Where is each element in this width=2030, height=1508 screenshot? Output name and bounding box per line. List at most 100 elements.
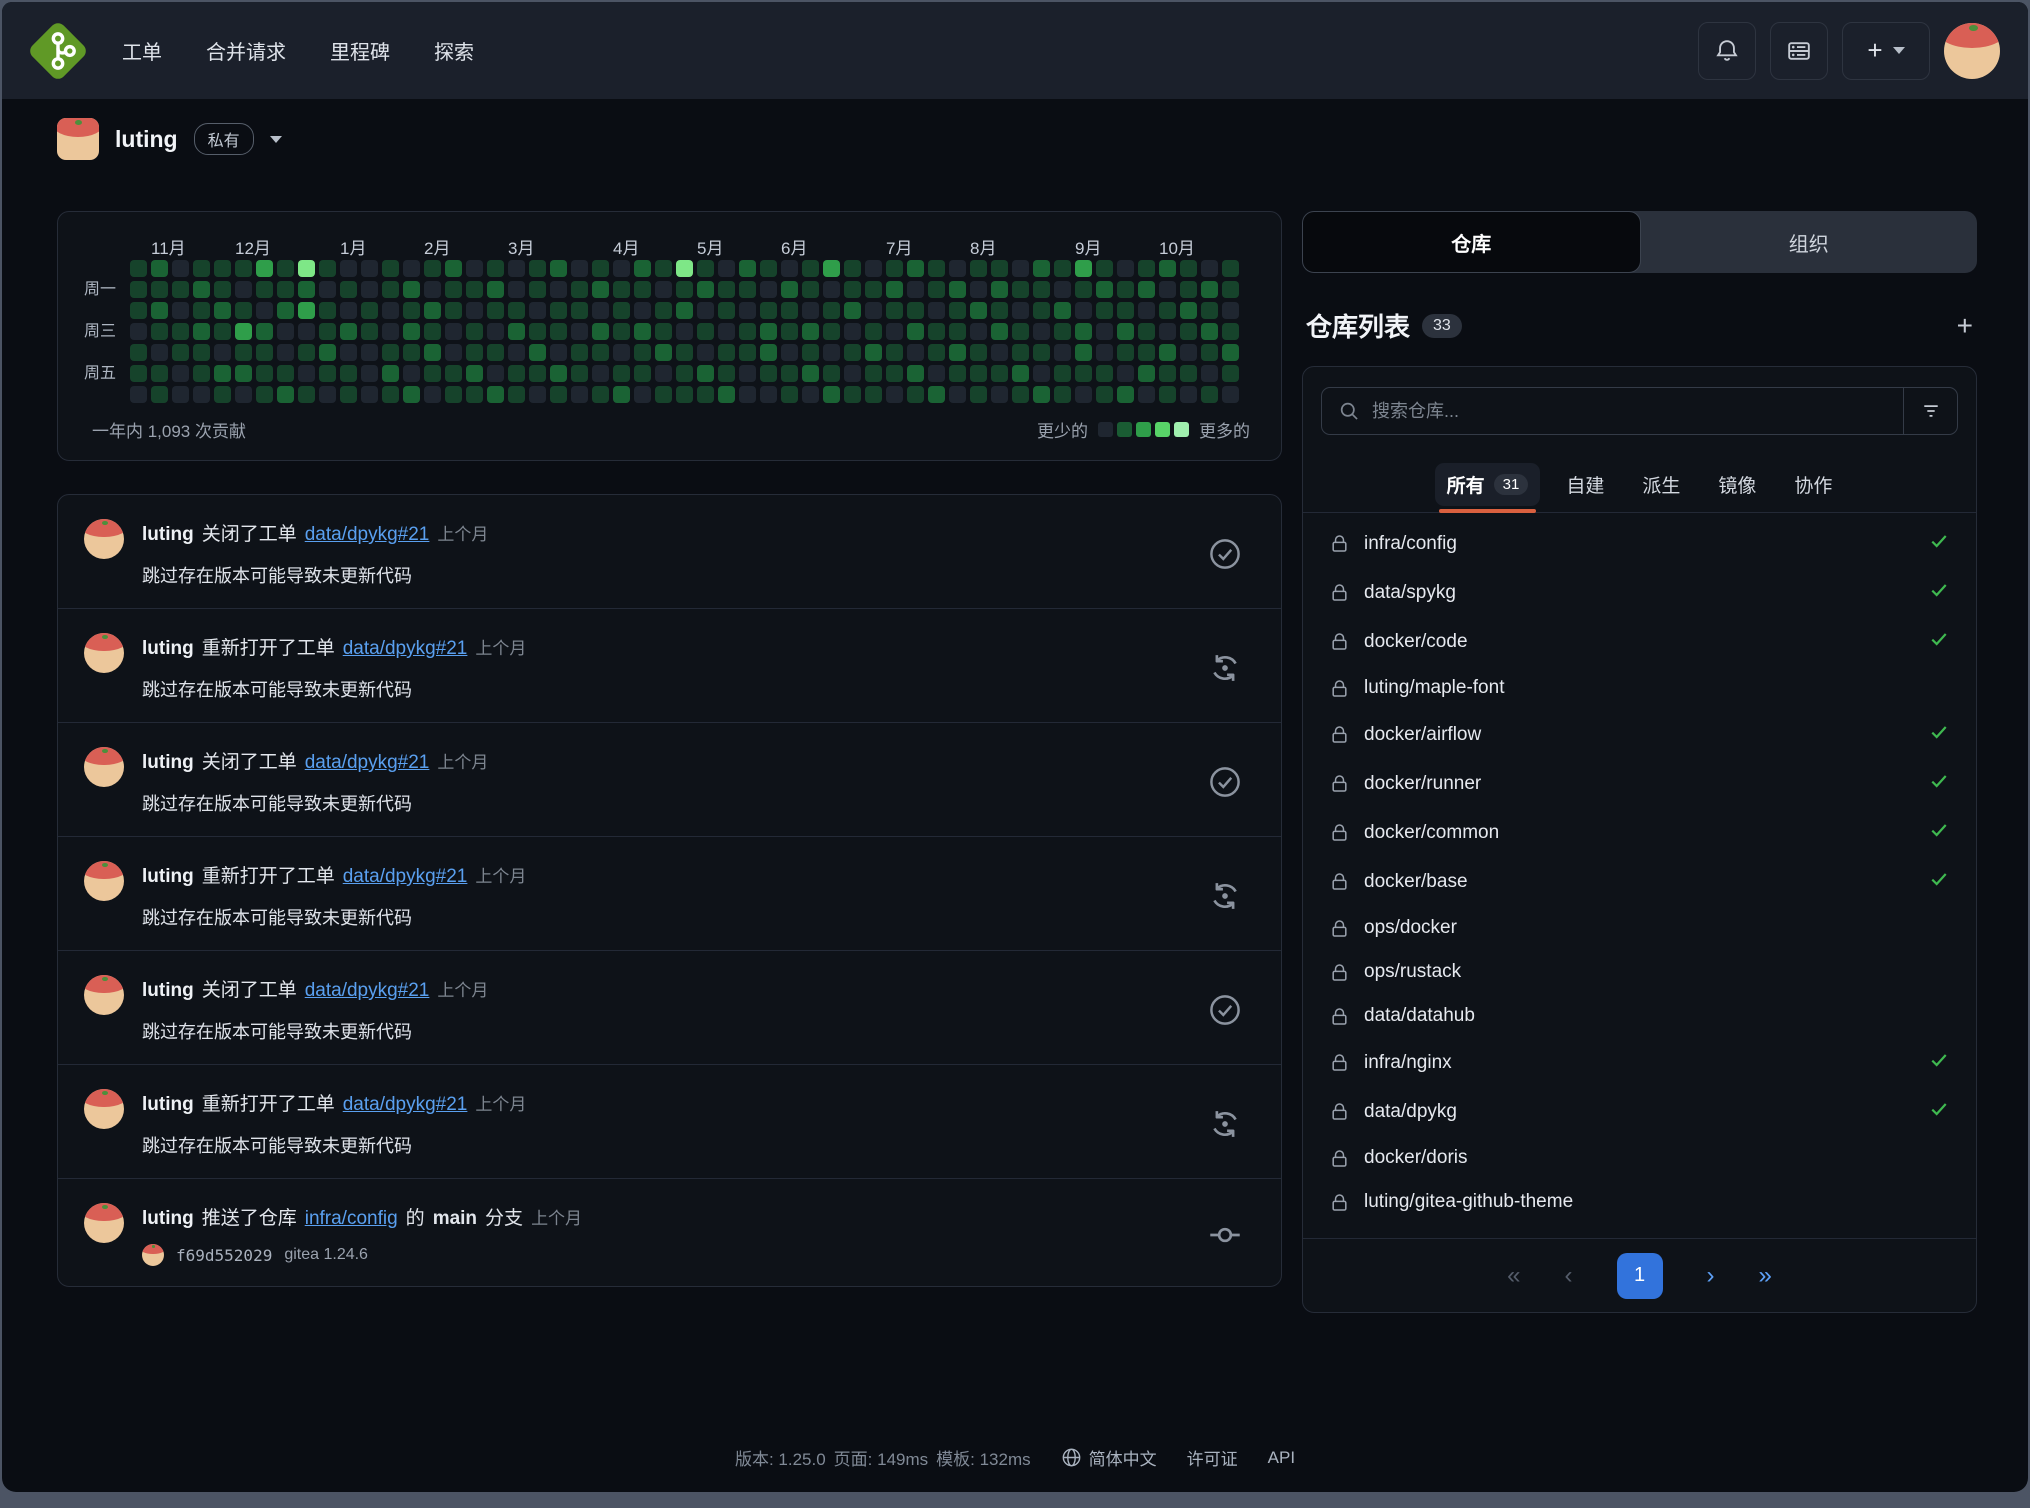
repo-row[interactable]: luting/gitea-github-theme: [1303, 1180, 1976, 1224]
heatmap-cell[interactable]: [466, 260, 483, 277]
heatmap-cell[interactable]: [1117, 344, 1134, 361]
feed-avatar[interactable]: [84, 975, 124, 1015]
heatmap-cell[interactable]: [907, 302, 924, 319]
heatmap-cell[interactable]: [445, 323, 462, 340]
heatmap-cell[interactable]: [382, 344, 399, 361]
heatmap-cell[interactable]: [907, 260, 924, 277]
user-avatar[interactable]: [1944, 23, 2000, 79]
repo-row[interactable]: ops/rustack: [1303, 950, 1976, 994]
heatmap-cell[interactable]: [487, 302, 504, 319]
heatmap-cell[interactable]: [1117, 281, 1134, 298]
feed-avatar[interactable]: [84, 747, 124, 787]
heatmap-cell[interactable]: [571, 323, 588, 340]
heatmap-cell[interactable]: [928, 386, 945, 403]
heatmap-cell[interactable]: [550, 344, 567, 361]
heatmap-cell[interactable]: [1201, 260, 1218, 277]
heatmap-cell[interactable]: [802, 323, 819, 340]
heatmap-cell[interactable]: [592, 323, 609, 340]
heatmap-cell[interactable]: [760, 365, 777, 382]
heatmap-cell[interactable]: [235, 323, 252, 340]
heatmap-cell[interactable]: [214, 281, 231, 298]
heatmap-cell[interactable]: [529, 386, 546, 403]
heatmap-cell[interactable]: [487, 323, 504, 340]
heatmap-cell[interactable]: [193, 386, 210, 403]
heatmap-cell[interactable]: [277, 365, 294, 382]
heatmap-cell[interactable]: [907, 365, 924, 382]
notifications-button[interactable]: [1698, 22, 1756, 80]
heatmap-cell[interactable]: [529, 323, 546, 340]
heatmap-cell[interactable]: [298, 281, 315, 298]
heatmap-cell[interactable]: [214, 386, 231, 403]
heatmap-cell[interactable]: [739, 344, 756, 361]
heatmap-cell[interactable]: [151, 323, 168, 340]
heatmap-cell[interactable]: [592, 302, 609, 319]
heatmap-cell[interactable]: [571, 302, 588, 319]
heatmap-cell[interactable]: [613, 344, 630, 361]
heatmap-cell[interactable]: [718, 281, 735, 298]
repo-search-input[interactable]: [1372, 401, 1887, 422]
heatmap-cell[interactable]: [907, 344, 924, 361]
heatmap-cell[interactable]: [718, 323, 735, 340]
heatmap-cell[interactable]: [1180, 260, 1197, 277]
heatmap-cell[interactable]: [928, 365, 945, 382]
heatmap-cell[interactable]: [508, 344, 525, 361]
heatmap-cell[interactable]: [718, 260, 735, 277]
heatmap-cell[interactable]: [865, 365, 882, 382]
heatmap-cell[interactable]: [781, 344, 798, 361]
heatmap-cell[interactable]: [235, 260, 252, 277]
heatmap-cell[interactable]: [802, 281, 819, 298]
heatmap-cell[interactable]: [298, 323, 315, 340]
heatmap-cell[interactable]: [571, 386, 588, 403]
feed-target-link[interactable]: data/dpykg#21: [343, 866, 468, 888]
heatmap-cell[interactable]: [466, 365, 483, 382]
heatmap-cell[interactable]: [1201, 365, 1218, 382]
heatmap-cell[interactable]: [970, 386, 987, 403]
heatmap-cell[interactable]: [718, 365, 735, 382]
heatmap-cell[interactable]: [949, 323, 966, 340]
heatmap-cell[interactable]: [1222, 302, 1239, 319]
heatmap-cell[interactable]: [151, 281, 168, 298]
heatmap-cell[interactable]: [1222, 365, 1239, 382]
footer-api-link[interactable]: API: [1268, 1448, 1295, 1468]
heatmap-cell[interactable]: [256, 386, 273, 403]
heatmap-cell[interactable]: [571, 344, 588, 361]
heatmap-cell[interactable]: [277, 260, 294, 277]
heatmap-cell[interactable]: [592, 281, 609, 298]
heatmap-cell[interactable]: [1138, 281, 1155, 298]
heatmap-cell[interactable]: [487, 260, 504, 277]
profile-username[interactable]: luting: [115, 126, 178, 153]
heatmap-cell[interactable]: [550, 365, 567, 382]
heatmap-cell[interactable]: [697, 323, 714, 340]
heatmap-cell[interactable]: [487, 281, 504, 298]
heatmap-cell[interactable]: [172, 386, 189, 403]
heatmap-cell[interactable]: [1012, 323, 1029, 340]
heatmap-cell[interactable]: [151, 365, 168, 382]
heatmap-cell[interactable]: [319, 365, 336, 382]
heatmap-cell[interactable]: [487, 344, 504, 361]
heatmap-cell[interactable]: [319, 302, 336, 319]
heatmap-cell[interactable]: [1054, 302, 1071, 319]
heatmap-cell[interactable]: [634, 323, 651, 340]
heatmap-cell[interactable]: [634, 281, 651, 298]
heatmap-cell[interactable]: [1054, 386, 1071, 403]
heatmap-cell[interactable]: [886, 386, 903, 403]
nav-item[interactable]: 探索: [434, 36, 474, 65]
heatmap-cell[interactable]: [760, 302, 777, 319]
heatmap-cell[interactable]: [1222, 386, 1239, 403]
heatmap-cell[interactable]: [424, 386, 441, 403]
heatmap-cell[interactable]: [403, 302, 420, 319]
heatmap-cell[interactable]: [466, 281, 483, 298]
heatmap-cell[interactable]: [823, 323, 840, 340]
heatmap-cell[interactable]: [1096, 344, 1113, 361]
heatmap-cell[interactable]: [1033, 323, 1050, 340]
heatmap-cell[interactable]: [403, 386, 420, 403]
heatmap-cell[interactable]: [214, 365, 231, 382]
heatmap-cell[interactable]: [718, 302, 735, 319]
heatmap-cell[interactable]: [382, 323, 399, 340]
heatmap-cell[interactable]: [970, 302, 987, 319]
heatmap-cell[interactable]: [718, 344, 735, 361]
heatmap-cell[interactable]: [277, 323, 294, 340]
heatmap-cell[interactable]: [172, 302, 189, 319]
heatmap-cell[interactable]: [823, 365, 840, 382]
heatmap-cell[interactable]: [1201, 386, 1218, 403]
